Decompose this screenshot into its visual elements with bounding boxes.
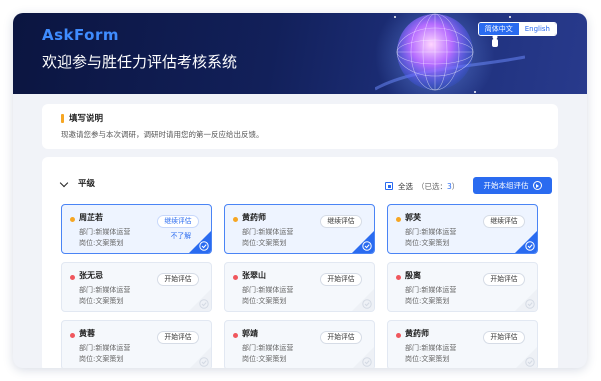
person-card[interactable]: 殷离部门:新媒体运营 岗位:文案策划 开始评估 bbox=[387, 262, 538, 312]
person-name: 黄药师 bbox=[242, 213, 266, 222]
person-position: 岗位:文案策划 bbox=[79, 297, 124, 305]
evaluate-button[interactable]: 开始评估 bbox=[483, 331, 525, 344]
person-position: 岗位:文案策划 bbox=[405, 355, 450, 363]
heading-accent-bar bbox=[61, 114, 64, 123]
page-title: 欢迎参与胜任力评估考核系统 bbox=[42, 53, 238, 71]
person-name: 黄蓉 bbox=[79, 329, 95, 338]
check-corner-icon[interactable] bbox=[352, 231, 374, 253]
app-window: AskForm 欢迎参与胜任力评估考核系统 简体中文 English 填写说明 … bbox=[13, 13, 587, 368]
person-name: 殷离 bbox=[405, 271, 421, 280]
person-name: 郭芙 bbox=[405, 213, 421, 222]
lang-option-en[interactable]: English bbox=[518, 23, 556, 35]
evaluate-button[interactable]: 继续评估 bbox=[157, 215, 199, 228]
evaluate-button[interactable]: 开始评估 bbox=[320, 273, 362, 286]
person-department: 部门:新媒体运营 bbox=[242, 344, 294, 352]
instructions-card: 填写说明 现邀请您参与本次调研，调研时请用您的第一反应给出反馈。 bbox=[42, 104, 558, 149]
check-corner-icon[interactable] bbox=[515, 289, 537, 311]
evaluate-button[interactable]: 开始评估 bbox=[320, 331, 362, 344]
group-title: 平级 bbox=[78, 179, 96, 189]
status-dot bbox=[70, 275, 75, 280]
selected-prefix: （已选： bbox=[417, 182, 447, 191]
select-all-checkbox[interactable] bbox=[385, 182, 393, 190]
status-dot bbox=[396, 275, 401, 280]
person-department: 部门:新媒体运营 bbox=[79, 286, 131, 294]
play-circle-icon bbox=[532, 181, 542, 190]
person-position: 岗位:文案策划 bbox=[405, 239, 450, 247]
brand-logo: AskForm bbox=[42, 26, 119, 44]
lang-option-zh[interactable]: 简体中文 bbox=[478, 23, 519, 35]
status-dot bbox=[70, 333, 75, 338]
person-card[interactable]: 黄药师部门:新媒体运营 岗位:文案策划 继续评估 bbox=[224, 204, 375, 254]
person-name: 郭靖 bbox=[242, 329, 258, 338]
evaluate-button[interactable]: 开始评估 bbox=[483, 273, 525, 286]
person-department: 部门:新媒体运营 bbox=[405, 344, 457, 352]
person-card[interactable]: 郭芙部门:新媒体运营 岗位:文案策划 继续评估 bbox=[387, 204, 538, 254]
person-name: 张无忌 bbox=[79, 271, 103, 280]
select-all-label[interactable]: 全选 bbox=[398, 181, 413, 192]
status-dot bbox=[233, 275, 238, 280]
person-position: 岗位:文案策划 bbox=[405, 297, 450, 305]
status-dot bbox=[233, 333, 238, 338]
check-corner-icon[interactable] bbox=[189, 289, 211, 311]
evaluate-button[interactable]: 开始评估 bbox=[157, 273, 199, 286]
check-corner-icon[interactable] bbox=[515, 231, 537, 253]
evaluate-button[interactable]: 开始评估 bbox=[157, 331, 199, 344]
check-corner-icon[interactable] bbox=[352, 347, 374, 368]
selected-count-text: （已选：3） bbox=[417, 181, 459, 192]
check-corner-icon[interactable] bbox=[352, 289, 374, 311]
instructions-text: 现邀请您参与本次调研，调研时请用您的第一反应给出反馈。 bbox=[61, 130, 264, 139]
person-name: 黄药师 bbox=[405, 329, 429, 338]
check-corner-icon[interactable] bbox=[189, 347, 211, 368]
person-card[interactable]: 周芷若部门:新媒体运营 岗位:文案策划 继续评估不了解 bbox=[61, 204, 212, 254]
evaluation-group-panel: 平级 全选 （已选：3） 开始本组评估 周芷若 部门:新媒体运营 岗位:文案策划 继续… bbox=[42, 157, 558, 368]
person-position: 岗位:文案策划 bbox=[242, 355, 287, 363]
evaluate-button[interactable]: 继续评估 bbox=[320, 215, 362, 228]
evaluate-button[interactable]: 继续评估 bbox=[483, 215, 525, 228]
status-dot bbox=[233, 217, 238, 222]
unknown-link[interactable]: 不了解 bbox=[171, 230, 191, 240]
language-switcher: 简体中文 English bbox=[477, 22, 557, 36]
person-card[interactable]: 郭靖部门:新媒体运营 岗位:文案策划 开始评估 bbox=[224, 320, 375, 368]
status-dot bbox=[396, 333, 401, 338]
person-position: 岗位:文案策划 bbox=[242, 239, 287, 247]
instructions-heading: 填写说明 bbox=[69, 114, 104, 124]
selected-suffix: ） bbox=[451, 182, 460, 191]
person-card[interactable]: 黄蓉部门:新媒体运营 岗位:文案策划 开始评估 bbox=[61, 320, 212, 368]
person-department: 部门:新媒体运营 bbox=[79, 344, 131, 352]
start-button-label: 开始本组评估 bbox=[483, 181, 529, 190]
person-position: 岗位:文案策划 bbox=[79, 355, 124, 363]
status-dot bbox=[396, 217, 401, 222]
chevron-down-icon[interactable] bbox=[59, 178, 69, 188]
person-card[interactable]: 黄药师部门:新媒体运营 岗位:文案策划 开始评估 bbox=[387, 320, 538, 368]
status-dot bbox=[70, 217, 75, 222]
start-group-evaluation-button[interactable]: 开始本组评估 bbox=[473, 177, 552, 194]
header-banner: AskForm 欢迎参与胜任力评估考核系统 简体中文 English bbox=[13, 13, 587, 94]
person-card[interactable]: 张翠山部门:新媒体运营 岗位:文案策划 开始评估 bbox=[224, 262, 375, 312]
person-position: 岗位:文案策划 bbox=[242, 297, 287, 305]
person-department: 部门:新媒体运营 bbox=[242, 286, 294, 294]
person-position: 岗位:文案策划 bbox=[79, 239, 124, 247]
check-corner-icon[interactable] bbox=[515, 347, 537, 368]
person-department: 部门:新媒体运营 bbox=[405, 286, 457, 294]
person-card[interactable]: 张无忌部门:新媒体运营 岗位:文案策划 开始评估 bbox=[61, 262, 212, 312]
person-department: 部门:新媒体运营 bbox=[242, 228, 294, 236]
person-department: 部门:新媒体运营 bbox=[79, 228, 131, 236]
person-name: 周芷若 bbox=[79, 213, 103, 222]
person-name: 张翠山 bbox=[242, 271, 266, 280]
person-department: 部门:新媒体运营 bbox=[405, 228, 457, 236]
check-corner-icon[interactable] bbox=[189, 231, 211, 253]
